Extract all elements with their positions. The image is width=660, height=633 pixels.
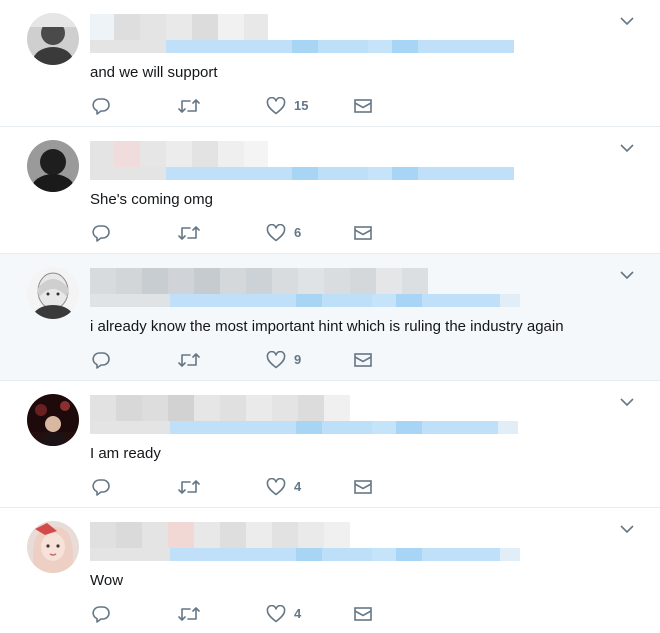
tweet[interactable]: Wow 4 xyxy=(0,508,660,633)
like-count: 4 xyxy=(294,479,302,494)
author-name-redacted[interactable] xyxy=(90,395,350,421)
reply-button[interactable] xyxy=(92,476,110,498)
chevron-down-icon[interactable] xyxy=(620,524,634,534)
reply-button[interactable] xyxy=(92,349,110,371)
direct-message-button[interactable] xyxy=(354,603,372,625)
author-name-redacted[interactable] xyxy=(90,141,268,167)
like-button[interactable]: 15 xyxy=(266,95,308,117)
envelope-icon xyxy=(354,226,372,240)
heart-icon xyxy=(266,97,286,115)
author-handle-redacted xyxy=(90,294,520,307)
author-name-redacted[interactable] xyxy=(90,268,428,294)
retweet-icon xyxy=(178,99,200,113)
author-name-redacted[interactable] xyxy=(90,14,268,40)
retweet-button[interactable] xyxy=(178,349,200,371)
reply-icon xyxy=(92,225,110,242)
tweet-replies-feed: and we will support 15 She's coming omg … xyxy=(0,0,660,633)
like-button[interactable]: 4 xyxy=(266,603,301,625)
tweet-text: Wow xyxy=(90,572,124,589)
like-button[interactable]: 9 xyxy=(266,349,301,371)
tweet-text: i already know the most important hint w… xyxy=(90,318,564,335)
tweet-actions: 4 xyxy=(92,476,392,498)
retweet-button[interactable] xyxy=(178,476,200,498)
author-handle-redacted xyxy=(90,40,514,53)
like-count: 4 xyxy=(294,606,302,621)
author-handle-redacted xyxy=(90,421,518,434)
tweet-text: and we will support xyxy=(90,64,218,81)
heart-icon xyxy=(266,478,286,496)
retweet-button[interactable] xyxy=(178,222,200,244)
heart-icon xyxy=(266,605,286,623)
reply-button[interactable] xyxy=(92,95,110,117)
like-count: 6 xyxy=(294,225,302,240)
retweet-icon xyxy=(178,607,200,621)
avatar[interactable] xyxy=(27,13,79,65)
tweet-text: I am ready xyxy=(90,445,161,462)
author-handle-redacted xyxy=(90,548,520,561)
direct-message-button[interactable] xyxy=(354,476,372,498)
like-count: 9 xyxy=(294,352,302,367)
direct-message-button[interactable] xyxy=(354,95,372,117)
tweet[interactable]: i already know the most important hint w… xyxy=(0,254,660,381)
like-button[interactable]: 6 xyxy=(266,222,301,244)
like-count: 15 xyxy=(294,98,309,113)
chevron-down-icon[interactable] xyxy=(620,397,634,407)
reply-icon xyxy=(92,606,110,623)
reply-icon xyxy=(92,479,110,496)
direct-message-button[interactable] xyxy=(354,222,372,244)
chevron-down-icon[interactable] xyxy=(620,16,634,26)
reply-button[interactable] xyxy=(92,603,110,625)
envelope-icon xyxy=(354,480,372,494)
avatar[interactable] xyxy=(27,394,79,446)
reply-icon xyxy=(92,98,110,115)
author-handle-redacted xyxy=(90,167,514,180)
tweet[interactable]: and we will support 15 xyxy=(0,0,660,127)
tweet-actions: 15 xyxy=(92,95,392,117)
direct-message-button[interactable] xyxy=(354,349,372,371)
envelope-icon xyxy=(354,99,372,113)
like-button[interactable]: 4 xyxy=(266,476,301,498)
tweet-actions: 4 xyxy=(92,603,392,625)
avatar[interactable] xyxy=(27,521,79,573)
heart-icon xyxy=(266,351,286,369)
avatar[interactable] xyxy=(27,267,79,319)
chevron-down-icon[interactable] xyxy=(620,143,634,153)
reply-icon xyxy=(92,352,110,369)
tweet-actions: 6 xyxy=(92,222,392,244)
envelope-icon xyxy=(354,607,372,621)
tweet-text: She's coming omg xyxy=(90,191,213,208)
tweet[interactable]: She's coming omg 6 xyxy=(0,127,660,254)
retweet-icon xyxy=(178,226,200,240)
retweet-button[interactable] xyxy=(178,603,200,625)
tweet-actions: 9 xyxy=(92,349,392,371)
heart-icon xyxy=(266,224,286,242)
avatar[interactable] xyxy=(27,140,79,192)
retweet-button[interactable] xyxy=(178,95,200,117)
retweet-icon xyxy=(178,353,200,367)
tweet[interactable]: I am ready 4 xyxy=(0,381,660,508)
reply-button[interactable] xyxy=(92,222,110,244)
retweet-icon xyxy=(178,480,200,494)
author-name-redacted[interactable] xyxy=(90,522,350,548)
chevron-down-icon[interactable] xyxy=(620,270,634,280)
envelope-icon xyxy=(354,353,372,367)
